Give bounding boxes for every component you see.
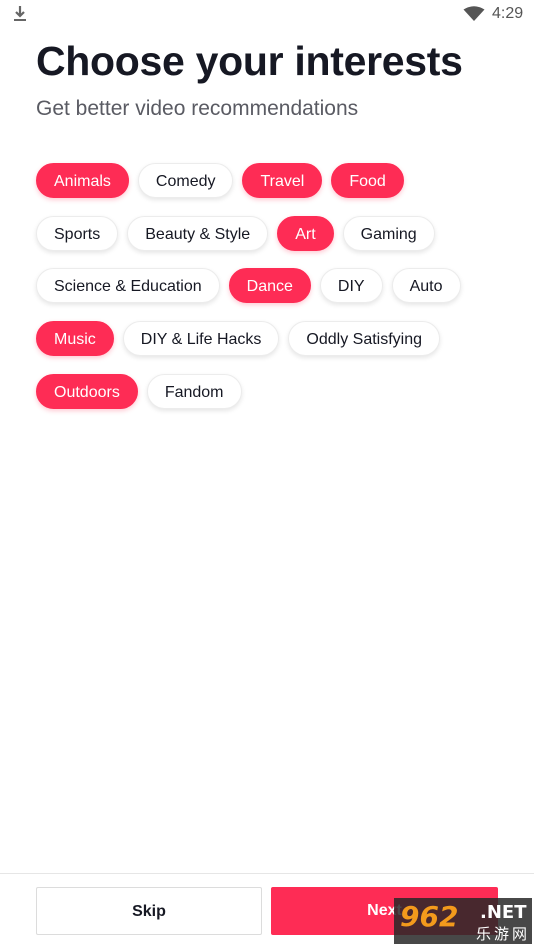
chip-row: Animals Comedy Travel Food	[36, 163, 506, 198]
interest-chip[interactable]: Travel	[242, 163, 323, 198]
interest-chip[interactable]: Gaming	[342, 215, 435, 251]
clock: 4:29	[492, 5, 524, 22]
interest-chip[interactable]: Oddly Satisfying	[288, 321, 441, 357]
interest-chip-list: Animals Comedy Travel Food Sports Beauty & St…	[36, 163, 506, 426]
page-subtitle: Get better video recommendations	[36, 97, 359, 120]
interest-chip[interactable]: DIY	[319, 268, 383, 304]
watermark-number: 962	[400, 900, 459, 933]
watermark-chinese: 乐游网	[476, 925, 531, 943]
interest-chip[interactable]: Animals	[36, 163, 129, 198]
interest-chip[interactable]: Art	[277, 215, 334, 251]
chip-row: Music DIY & Life Hacks Oddly Satisfying	[36, 321, 506, 357]
interest-chip[interactable]: DIY & Life Hacks	[122, 321, 280, 357]
footer-divider	[0, 873, 534, 874]
wifi-icon	[463, 6, 485, 21]
download-icon	[14, 6, 26, 21]
interest-chip[interactable]: Fandom	[146, 373, 242, 409]
chip-row: Science & Education Dance DIY Auto	[36, 268, 506, 304]
watermark-logo: 962 .NET 乐游网	[394, 898, 532, 944]
interest-chip[interactable]: Science & Education	[36, 268, 220, 304]
chip-row: Outdoors Fandom	[36, 373, 506, 409]
page-title: Choose your interests	[36, 38, 463, 84]
interest-chip[interactable]: Music	[36, 321, 114, 357]
interest-chip[interactable]: Food	[331, 163, 404, 198]
interest-chip[interactable]: Auto	[391, 268, 461, 304]
chip-row: Sports Beauty & Style Art Gaming	[36, 215, 506, 251]
interest-chip[interactable]: Outdoors	[36, 373, 138, 409]
skip-button[interactable]: Skip	[36, 887, 262, 935]
interest-chip[interactable]: Beauty & Style	[127, 215, 269, 251]
watermark-suffix: .NET	[480, 902, 527, 923]
status-bar: 4:29	[0, 0, 534, 28]
interest-chip[interactable]: Dance	[228, 268, 311, 304]
interest-chip[interactable]: Sports	[36, 215, 119, 251]
interest-chip[interactable]: Comedy	[137, 163, 234, 198]
